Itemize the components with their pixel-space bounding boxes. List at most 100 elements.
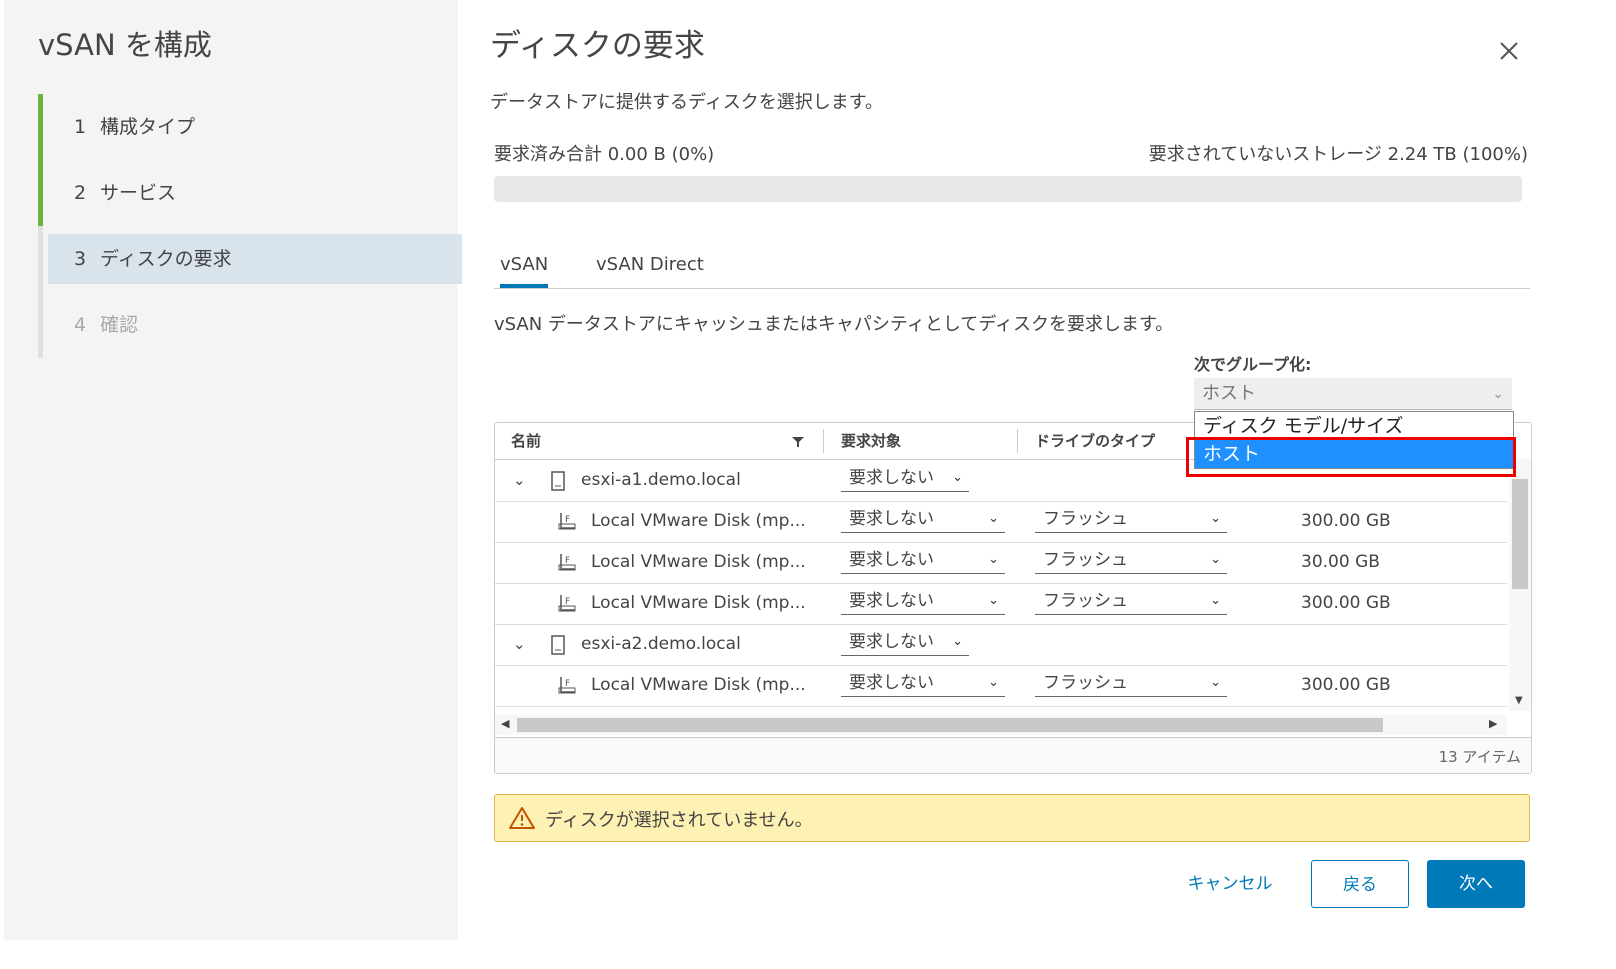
disk-row[interactable]: F Local VMware Disk (mp... 要求しない ⌄ フラッシュ ⌄… [495,583,1507,625]
column-name[interactable]: 名前 [511,423,541,459]
disk-icon: F [558,513,576,530]
tab-description: vSAN データストアにキャッシュまたはキャパシティとしてディスクを要求します。 [494,314,1174,335]
horizontal-scrollbar[interactable]: ◀ ▶ [495,715,1507,735]
step-config-type[interactable]: 1 構成タイプ [48,102,462,152]
disk-row[interactable]: F Local VMware Disk (mp... 要求しない ⌄ フラッシュ ⌄… [495,665,1507,707]
column-divider[interactable] [1017,429,1018,453]
chevron-down-icon[interactable]: ⌄ [513,624,526,665]
disk-name: Local VMware Disk (mp... [591,511,806,531]
alert-text: ディスクが選択されていません。 [545,810,813,831]
disk-size: 300.00 GB [1301,511,1391,531]
claim-value: 要求しない [849,591,934,611]
svg-text:F: F [565,597,570,607]
column-claim[interactable]: 要求対象 [841,423,901,459]
chevron-down-icon: ⌄ [1210,593,1221,608]
host-icon [551,471,565,491]
step-label: ディスクの要求 [100,248,232,270]
cancel-button[interactable]: キャンセル [1170,860,1290,908]
step-rail-progress [38,94,43,226]
grid-footer: 13 アイテム [495,737,1531,773]
step-services[interactable]: 2 サービス [48,168,462,218]
warning-icon [509,807,535,829]
claim-value: 要求しない [849,509,934,529]
column-drive-type[interactable]: ドライブのタイプ [1035,423,1155,459]
host-name: esxi-a1.demo.local [581,470,741,490]
tab-vsan[interactable]: vSAN [500,254,549,288]
claim-select[interactable]: 要求しない ⌄ [841,669,1005,697]
disk-icon: F [558,554,576,571]
vertical-scrollbar[interactable]: ▼ [1509,459,1531,711]
scroll-down-icon[interactable]: ▼ [1515,695,1523,706]
svg-text:F: F [565,556,570,566]
warning-alert: ディスクが選択されていません。 [494,794,1530,842]
svg-text:F: F [565,515,570,525]
disk-size: 30.00 GB [1301,552,1380,572]
next-button[interactable]: 次へ [1427,860,1525,908]
scroll-thumb[interactable] [1512,479,1528,589]
step-label: 確認 [100,314,139,336]
claim-select[interactable]: 要求しない ⌄ [841,505,1005,533]
claim-select[interactable]: 要求しない ⌄ [841,464,969,492]
wizard-title: vSAN を構成 [38,28,212,62]
step-label: サービス [100,182,177,204]
drive-type-select[interactable]: フラッシュ ⌄ [1035,669,1227,697]
drive-type-select[interactable]: フラッシュ ⌄ [1035,587,1227,615]
step-review: 4 確認 [48,300,462,350]
claimed-total: 要求済み合計 0.00 B (0%) [494,144,715,165]
disk-icon: F [558,595,576,612]
svg-text:F: F [565,679,570,689]
dialog-title: ディスクの要求 [490,28,705,64]
chevron-down-icon: ⌄ [1210,552,1221,567]
scroll-thumb[interactable] [517,718,1383,732]
claim-value: 要求しない [849,468,934,488]
chevron-down-icon: ⌄ [952,470,963,485]
drive-type-value: フラッシュ [1043,673,1128,693]
claim-value: 要求しない [849,550,934,570]
host-row[interactable]: ⌄ esxi-a2.demo.local 要求しない ⌄ [495,624,1507,666]
drive-type-value: フラッシュ [1043,591,1128,611]
claim-select[interactable]: 要求しない ⌄ [841,628,969,656]
drive-type-value: フラッシュ [1043,509,1128,529]
chevron-down-icon: ⌄ [988,511,999,526]
claim-progress-bar [494,176,1522,202]
scroll-right-icon[interactable]: ▶ [1489,717,1497,730]
chevron-down-icon: ⌄ [1492,386,1504,402]
disk-icon: F [558,677,576,694]
tab-vsan-direct[interactable]: vSAN Direct [596,254,704,287]
chevron-down-icon: ⌄ [1210,511,1221,526]
group-by-value: ホスト [1202,383,1256,404]
group-by-select[interactable]: ホスト ⌄ [1194,378,1512,410]
tab-bar: vSAN vSAN Direct [494,250,1530,289]
step-label: 構成タイプ [100,116,196,138]
step-claim-disks[interactable]: 3 ディスクの要求 [48,234,462,284]
disk-row[interactable]: F Local VMware Disk (mp... 要求しない ⌄ フラッシュ ⌄… [495,501,1507,543]
scroll-left-icon[interactable]: ◀ [501,717,509,730]
disk-name: Local VMware Disk (mp... [591,593,806,613]
disk-name: Local VMware Disk (mp... [591,552,806,572]
unclaimed-storage: 要求されていないストレージ 2.24 TB (100%) [1148,144,1528,165]
step-rail [38,94,43,358]
option-disk-model-size[interactable]: ディスク モデル/サイズ [1195,412,1513,440]
highlight-annotation [1186,437,1516,477]
drive-type-select[interactable]: フラッシュ ⌄ [1035,546,1227,574]
dialog-subtitle: データストアに提供するディスクを選択します。 [490,92,883,113]
chevron-down-icon: ⌄ [988,552,999,567]
column-divider[interactable] [823,429,824,453]
step-number: 1 [74,116,87,138]
close-icon[interactable] [1494,36,1524,66]
chevron-down-icon: ⌄ [988,675,999,690]
item-count: 13 アイテム [1438,748,1521,766]
filter-icon[interactable] [791,436,805,448]
drive-type-select[interactable]: フラッシュ ⌄ [1035,505,1227,533]
chevron-down-icon: ⌄ [988,593,999,608]
host-icon [551,635,565,655]
chevron-down-icon[interactable]: ⌄ [513,460,526,501]
claim-select[interactable]: 要求しない ⌄ [841,587,1005,615]
chevron-down-icon: ⌄ [1210,675,1221,690]
step-number: 2 [74,182,87,204]
drive-type-value: フラッシュ [1043,550,1128,570]
disk-row[interactable]: F Local VMware Disk (mp... 要求しない ⌄ フラッシュ ⌄… [495,542,1507,584]
group-by-label: 次でグループ化: [1194,355,1312,374]
back-button[interactable]: 戻る [1311,860,1409,908]
claim-select[interactable]: 要求しない ⌄ [841,546,1005,574]
